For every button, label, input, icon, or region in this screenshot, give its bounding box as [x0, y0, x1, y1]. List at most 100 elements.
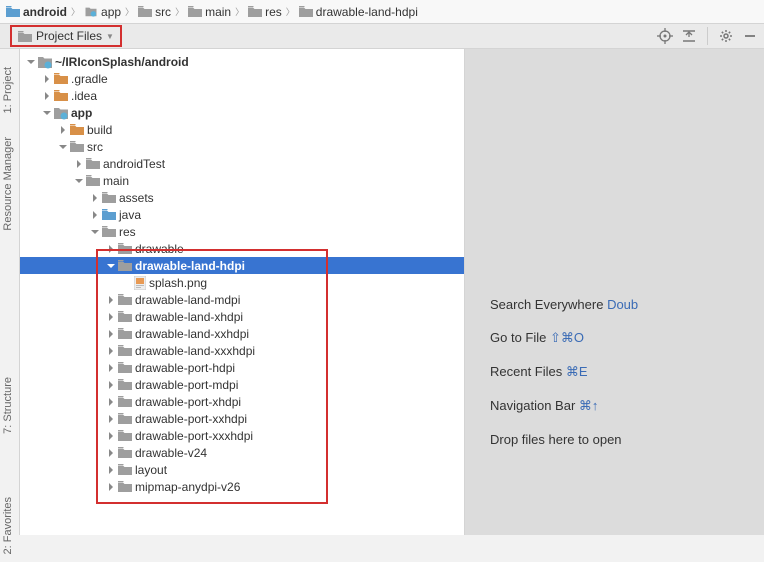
arrow-down-icon[interactable] — [42, 108, 52, 118]
chevron-right-icon: 〉 — [285, 5, 296, 18]
separator — [707, 27, 708, 45]
arrow-right-icon[interactable] — [106, 312, 116, 322]
tree-row[interactable]: java — [20, 206, 464, 223]
arrow-right-icon[interactable] — [106, 414, 116, 424]
project-toolbar: Project Files ▼ — [0, 24, 764, 49]
editor-empty-state: Search Everywhere Doub Go to File ⇧⌘O Re… — [465, 49, 764, 535]
tree-row[interactable]: drawable — [20, 240, 464, 257]
tree-row[interactable]: drawable-v24 — [20, 444, 464, 461]
tree-label: main — [100, 174, 129, 188]
arrow-right-icon[interactable] — [42, 74, 52, 84]
arrow-right-icon[interactable] — [106, 329, 116, 339]
project-view-dropdown[interactable]: Project Files ▼ — [10, 25, 122, 47]
arrow-down-icon[interactable] — [90, 227, 100, 237]
folder-icon — [118, 243, 132, 254]
tree-row-root[interactable]: ~/IRIconSplash/android — [20, 53, 464, 70]
tip-goto-file: Go to File ⇧⌘O — [490, 330, 764, 346]
tree-row[interactable]: drawable-port-xxhdpi — [20, 410, 464, 427]
tree-label: drawable-land-xxhdpi — [132, 327, 249, 341]
gear-icon[interactable] — [718, 28, 734, 44]
folder-icon — [6, 6, 20, 17]
tree-row[interactable]: androidTest — [20, 155, 464, 172]
tree-label: app — [68, 106, 92, 120]
arrow-right-icon[interactable] — [90, 193, 100, 203]
arrow-right-icon[interactable] — [106, 346, 116, 356]
tree-label: java — [116, 208, 141, 222]
arrow-right-icon[interactable] — [106, 244, 116, 254]
project-tree[interactable]: ~/IRIconSplash/android .gradle .idea app… — [20, 49, 465, 535]
tree-label: drawable-port-mdpi — [132, 378, 238, 392]
arrow-right-icon[interactable] — [106, 448, 116, 458]
tree-label: build — [84, 123, 112, 137]
chevron-right-icon: 〉 — [234, 5, 245, 18]
arrow-right-icon[interactable] — [58, 125, 68, 135]
folder-icon — [102, 192, 116, 203]
tree-row[interactable]: main — [20, 172, 464, 189]
sidebar-tab-favorites[interactable]: 2: Favorites — [0, 489, 16, 562]
tree-row[interactable]: drawable-port-mdpi — [20, 376, 464, 393]
tree-row[interactable]: drawable-land-xxhdpi — [20, 325, 464, 342]
tree-label: drawable-land-xxxhdpi — [132, 344, 255, 358]
arrow-down-icon[interactable] — [74, 176, 84, 186]
left-sidebar: 1: Project Resource Manager 7: Structure… — [0, 49, 20, 535]
arrow-right-icon[interactable] — [106, 363, 116, 373]
arrow-right-icon[interactable] — [90, 210, 100, 220]
chevron-down-icon: ▼ — [106, 32, 114, 41]
sidebar-tab-project[interactable]: 1: Project — [0, 59, 16, 121]
arrow-right-icon[interactable] — [106, 482, 116, 492]
breadcrumb-item[interactable]: app — [84, 5, 121, 19]
collapse-all-icon[interactable] — [681, 28, 697, 44]
folder-icon — [248, 6, 262, 17]
arrow-right-icon[interactable] — [106, 380, 116, 390]
arrow-down-icon[interactable] — [26, 57, 36, 67]
tree-label: drawable-land-hdpi — [132, 259, 245, 273]
tree-row[interactable]: res — [20, 223, 464, 240]
chevron-right-icon: 〉 — [124, 5, 135, 18]
breadcrumb-item[interactable]: drawable-land-hdpi — [299, 5, 418, 19]
tree-row[interactable]: .idea — [20, 87, 464, 104]
arrow-right-icon[interactable] — [74, 159, 84, 169]
tree-label: androidTest — [100, 157, 165, 171]
tip-search-everywhere: Search Everywhere Doub — [490, 297, 764, 312]
tree-row[interactable]: mipmap-anydpi-v26 — [20, 478, 464, 495]
tree-row[interactable]: src — [20, 138, 464, 155]
folder-icon — [118, 260, 132, 271]
tree-row[interactable]: drawable-port-xhdpi — [20, 393, 464, 410]
arrow-right-icon[interactable] — [106, 465, 116, 475]
sidebar-tab-structure[interactable]: 7: Structure — [0, 369, 16, 442]
breadcrumb-item[interactable]: src — [138, 5, 171, 19]
folder-icon — [118, 294, 132, 305]
tree-row[interactable]: assets — [20, 189, 464, 206]
tip-drop-files: Drop files here to open — [490, 432, 764, 447]
tree-row[interactable]: drawable-land-xxxhdpi — [20, 342, 464, 359]
arrow-down-icon[interactable] — [106, 261, 116, 271]
image-file-icon — [134, 276, 146, 290]
arrow-right-icon[interactable] — [42, 91, 52, 101]
folder-icon — [70, 124, 84, 135]
breadcrumb-item[interactable]: main — [188, 5, 231, 19]
tree-row[interactable]: splash.png — [20, 274, 464, 291]
tree-row[interactable]: drawable-land-mdpi — [20, 291, 464, 308]
tree-row[interactable]: app — [20, 104, 464, 121]
breadcrumb-item[interactable]: android — [6, 5, 67, 19]
tree-label: ~/IRIconSplash/android — [52, 55, 189, 69]
arrow-right-icon[interactable] — [106, 397, 116, 407]
arrow-down-icon[interactable] — [58, 142, 68, 152]
tree-row[interactable]: build — [20, 121, 464, 138]
arrow-right-icon[interactable] — [106, 295, 116, 305]
minimize-icon[interactable] — [742, 28, 758, 44]
tree-row[interactable]: layout — [20, 461, 464, 478]
tree-row-selected[interactable]: drawable-land-hdpi — [20, 257, 464, 274]
folder-icon — [138, 6, 152, 17]
tree-label: src — [84, 140, 103, 154]
module-icon — [38, 55, 52, 69]
module-icon — [54, 106, 68, 120]
tree-row[interactable]: drawable-port-hdpi — [20, 359, 464, 376]
tree-row[interactable]: drawable-port-xxxhdpi — [20, 427, 464, 444]
breadcrumb-item[interactable]: res — [248, 5, 282, 19]
arrow-right-icon[interactable] — [106, 431, 116, 441]
sidebar-tab-resource-manager[interactable]: Resource Manager — [0, 129, 16, 239]
tree-row[interactable]: drawable-land-xhdpi — [20, 308, 464, 325]
target-icon[interactable] — [657, 28, 673, 44]
tree-row[interactable]: .gradle — [20, 70, 464, 87]
